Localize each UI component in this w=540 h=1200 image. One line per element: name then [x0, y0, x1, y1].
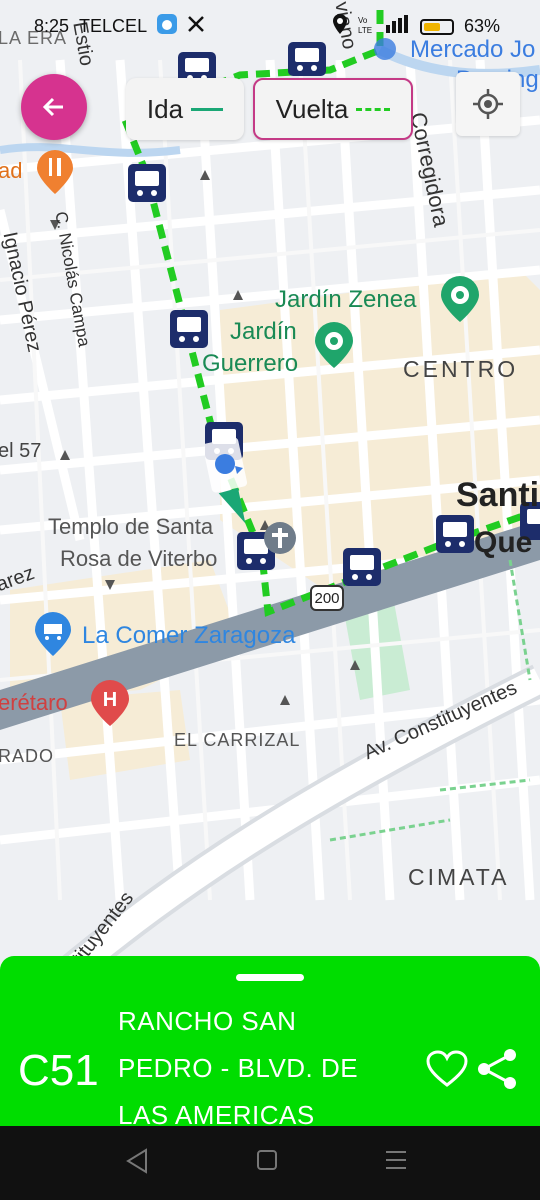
- signal-icon: [384, 15, 410, 38]
- status-bar: 8:25 TELCEL Vo LTE 63%: [0, 0, 540, 50]
- route-name: RANCHO SAN PEDRO - BLVD. DE LAS AMERICAS: [118, 1006, 359, 1126]
- ida-label: Ida: [146, 93, 184, 124]
- svg-text:H: H: [103, 689, 117, 711]
- status-carrier: TELCEL: [79, 16, 148, 36]
- vuelta-toggle[interactable]: Vuelta: [253, 78, 413, 140]
- battery-percent: 63%: [463, 16, 500, 36]
- heart-outline-icon[interactable]: [426, 1050, 468, 1093]
- map-label-el-57: el 57: [0, 440, 42, 462]
- status-time: 8:25: [34, 16, 70, 36]
- weather-app-icon: [157, 14, 178, 39]
- system-nav-bar: [0, 1126, 540, 1200]
- vuelta-label: Vuelta: [275, 93, 349, 124]
- map-label-templo-1: Templo de Santa: [48, 514, 214, 539]
- ida-line-legend: [191, 107, 224, 111]
- route-bottom-sheet[interactable]: C51 RANCHO SAN PEDRO - BLVD. DE LAS AMER…: [0, 956, 540, 1126]
- x-app-icon: [187, 15, 205, 38]
- ida-toggle[interactable]: Ida: [126, 78, 244, 140]
- route-code: C51: [18, 1046, 99, 1095]
- nav-recents-icon[interactable]: [384, 1148, 408, 1179]
- map-label-restaurant: ad: [0, 158, 23, 183]
- map-label-jardin-guerrero-1: Jardín: [230, 318, 297, 345]
- sheet-drag-handle[interactable]: [236, 974, 304, 981]
- map-label-centro: CENTRO: [403, 356, 519, 382]
- map-label-jardin-zenea: Jardín Zenea: [275, 286, 417, 313]
- map-label-jardin-guerrero-2: Guerrero: [202, 350, 299, 377]
- volte-icon: Vo LTE: [358, 14, 374, 39]
- map-label-queretaro: erétaro: [0, 690, 68, 715]
- map-label-el-carrizal: EL CARRIZAL: [174, 730, 301, 750]
- map-label-que: Que: [474, 526, 533, 559]
- locate-me-button[interactable]: [456, 72, 520, 136]
- map-label-la-comer: La Comer Zaragoza: [82, 622, 296, 649]
- map-label-cimata: CIMATA: [408, 864, 510, 890]
- road-shield-200: 200: [310, 585, 344, 611]
- arrow-left-icon: [42, 97, 63, 117]
- share-icon[interactable]: [476, 1048, 518, 1095]
- location-status-icon: [332, 14, 348, 39]
- map-label-santi: Santi: [456, 476, 540, 514]
- vuelta-line-legend: [356, 107, 391, 111]
- nav-home-icon[interactable]: [256, 1148, 280, 1179]
- map-label-templo-2: Rosa de Viterbo: [60, 546, 218, 571]
- map-label-rado: RADO: [0, 746, 55, 766]
- svg-text:Vo: Vo: [358, 16, 368, 25]
- nav-back-icon[interactable]: [126, 1148, 148, 1179]
- battery-icon: [419, 18, 454, 35]
- svg-text:LTE: LTE: [358, 26, 372, 34]
- my-location-icon: [473, 89, 503, 119]
- back-button[interactable]: [21, 74, 87, 140]
